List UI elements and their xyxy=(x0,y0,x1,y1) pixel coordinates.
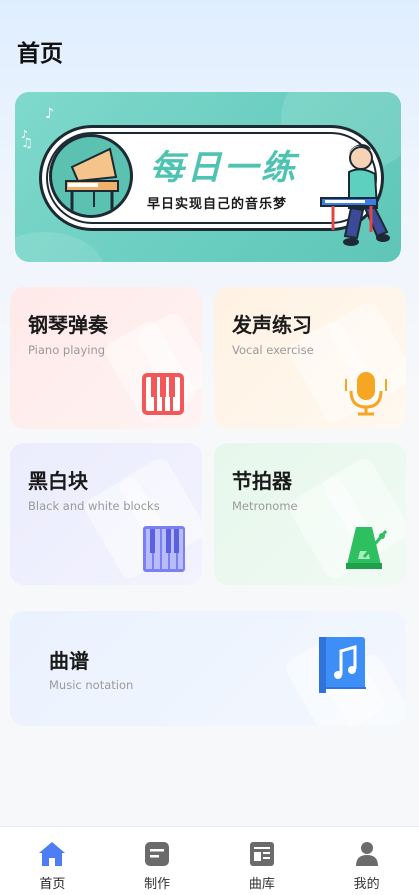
library-icon xyxy=(249,842,274,866)
grand-piano-icon xyxy=(49,134,133,218)
tab-label: 首页 xyxy=(39,877,66,892)
banner-decoration xyxy=(15,232,105,262)
card-title: 曲谱 xyxy=(49,649,89,673)
metronome-card[interactable]: 节拍器 Metronome xyxy=(214,443,406,585)
music-notation-card[interactable]: 曲谱 Music notation xyxy=(10,611,406,726)
card-title: 黑白块 xyxy=(28,469,88,493)
vocal-exercise-card[interactable]: 发声练习 Vocal exercise xyxy=(214,287,406,429)
tab-profile[interactable]: 我的 xyxy=(314,827,419,895)
card-title: 钢琴弹奏 xyxy=(28,313,108,337)
create-icon xyxy=(145,842,170,866)
tab-label: 曲库 xyxy=(248,877,275,892)
card-subtitle: Metronome xyxy=(232,499,298,513)
home-icon xyxy=(39,842,66,866)
black-white-blocks-card[interactable]: 黑白块 Black and white blocks xyxy=(10,443,202,585)
banner-title: 每日一练 xyxy=(150,148,298,188)
microphone-icon xyxy=(345,372,387,416)
card-subtitle: Music notation xyxy=(49,678,134,692)
tab-create[interactable]: 制作 xyxy=(105,827,210,895)
page-title: 首页 xyxy=(17,41,63,67)
pianist-illustration-icon xyxy=(320,144,390,246)
tab-label: 我的 xyxy=(353,877,380,892)
piano-playing-card[interactable]: 钢琴弹奏 Piano playing xyxy=(10,287,202,429)
bottom-tab-bar: 首页 制作 曲库 我的 xyxy=(0,826,419,895)
card-title: 发声练习 xyxy=(232,313,312,337)
profile-icon xyxy=(355,842,378,866)
tab-label: 制作 xyxy=(144,877,171,892)
tab-library[interactable]: 曲库 xyxy=(210,827,315,895)
piano-blocks-icon xyxy=(143,526,185,572)
tab-home[interactable]: 首页 xyxy=(0,827,105,895)
music-book-icon xyxy=(319,637,366,695)
daily-practice-banner[interactable]: ♪ ♪ ♫ 每日一练 早日实现自己的音乐梦 xyxy=(15,92,401,262)
banner-subtitle: 早日实现自己的音乐梦 xyxy=(147,197,288,212)
card-title: 节拍器 xyxy=(232,469,292,493)
music-note-icon: ♫ xyxy=(21,136,33,151)
card-subtitle: Vocal exercise xyxy=(232,343,314,357)
card-subtitle: Piano playing xyxy=(28,343,106,357)
card-subtitle: Black and white blocks xyxy=(28,499,160,513)
metronome-icon xyxy=(346,527,388,569)
music-note-icon: ♪ xyxy=(45,106,54,122)
piano-keys-icon xyxy=(142,373,184,415)
